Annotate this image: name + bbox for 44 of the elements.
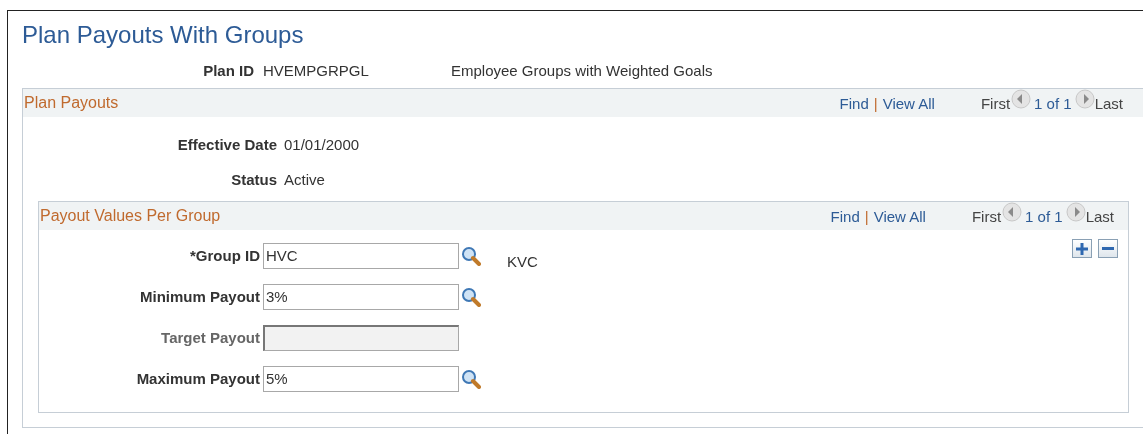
previous-button[interactable] bbox=[1011, 89, 1032, 109]
find-link[interactable]: Find bbox=[830, 207, 860, 225]
section-title: Payout Values Per Group bbox=[40, 207, 221, 225]
section-title: Plan Payouts bbox=[24, 94, 119, 112]
field-value: 01/01/2000 bbox=[284, 136, 360, 153]
find-link[interactable]: Find bbox=[839, 94, 869, 112]
field-label: *Group ID bbox=[189, 247, 260, 264]
last-label: Last bbox=[1085, 207, 1114, 225]
lookup-button[interactable] bbox=[461, 286, 481, 307]
input-field[interactable]: 5% bbox=[263, 365, 459, 392]
search-icon bbox=[461, 368, 481, 389]
last-label: Last bbox=[1094, 94, 1123, 112]
field-label: Plan ID bbox=[202, 61, 254, 79]
field-label: Effective Date bbox=[176, 136, 277, 153]
input-field[interactable]: HVC bbox=[263, 242, 459, 269]
input-field[interactable]: 3% bbox=[263, 283, 459, 310]
next-button[interactable] bbox=[1074, 89, 1095, 109]
field-label: Target Payout bbox=[160, 329, 260, 346]
plus-icon bbox=[1076, 242, 1088, 255]
field-value: Active bbox=[284, 171, 325, 188]
field-description: KVC bbox=[507, 253, 538, 270]
first-label: First bbox=[980, 94, 1011, 112]
view-all-link[interactable]: View All bbox=[873, 207, 926, 225]
first-label: First bbox=[971, 207, 1002, 225]
add-row-button[interactable] bbox=[1072, 239, 1092, 258]
page-title: Plan Payouts With Groups bbox=[22, 21, 305, 50]
separator: | bbox=[864, 207, 869, 225]
search-icon bbox=[461, 286, 481, 307]
minus-icon bbox=[1102, 247, 1114, 250]
page-count: 1 of 1 bbox=[1025, 207, 1063, 225]
field-value: HVEMPGRPGL bbox=[263, 61, 370, 79]
plan-description: Employee Groups with Weighted Goals bbox=[451, 61, 713, 79]
search-icon bbox=[461, 245, 481, 266]
field-label: Minimum Payout bbox=[139, 288, 260, 305]
lookup-button[interactable] bbox=[461, 368, 481, 389]
delete-row-button[interactable] bbox=[1098, 239, 1118, 258]
next-button[interactable] bbox=[1065, 202, 1086, 222]
page-count: 1 of 1 bbox=[1034, 94, 1072, 112]
lookup-button[interactable] bbox=[461, 245, 481, 266]
view-all-link[interactable]: View All bbox=[882, 94, 935, 112]
separator: | bbox=[873, 94, 878, 112]
field-label: Maximum Payout bbox=[135, 370, 260, 387]
previous-button[interactable] bbox=[1002, 202, 1023, 222]
field-label: Status bbox=[230, 171, 277, 188]
